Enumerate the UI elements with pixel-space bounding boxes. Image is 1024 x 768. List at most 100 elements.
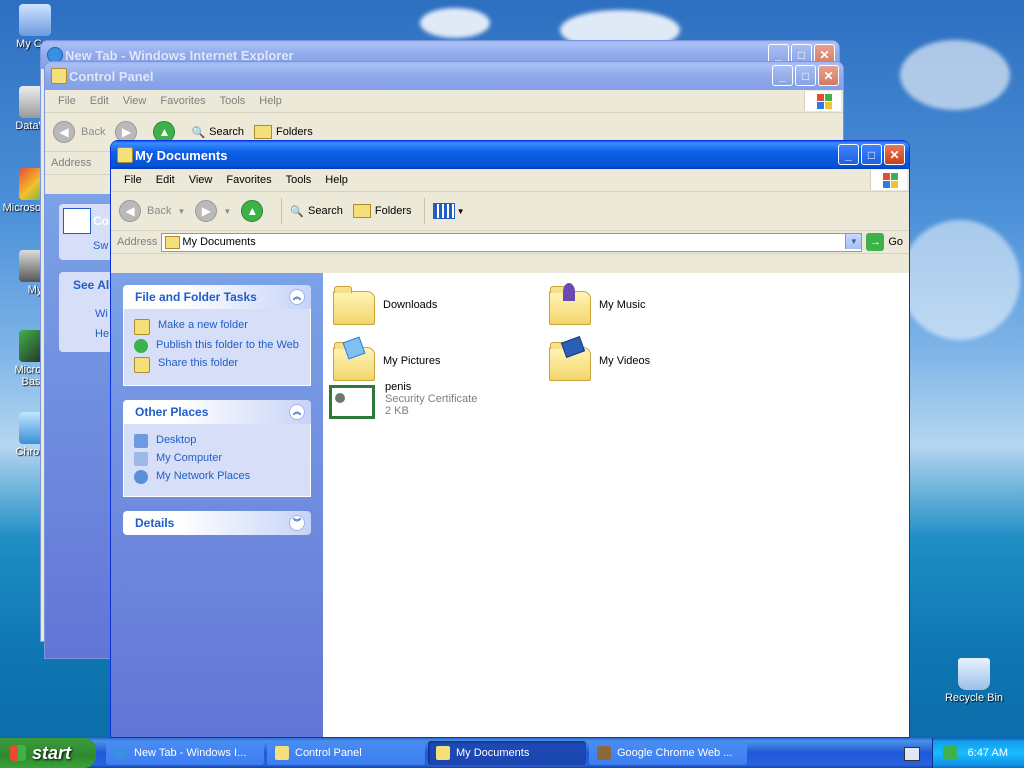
maximize-button[interactable]: □ bbox=[861, 144, 882, 165]
my-documents-titlebar[interactable]: My Documents _ □ ✕ bbox=[111, 141, 909, 169]
views-dropdown-icon: ▼ bbox=[456, 206, 465, 216]
certificate-icon bbox=[329, 385, 377, 421]
taskbar-item-ie[interactable]: New Tab - Windows I... bbox=[106, 741, 264, 765]
maximize-button[interactable]: □ bbox=[795, 65, 816, 86]
share-folder-icon bbox=[134, 357, 150, 373]
menu-edit[interactable]: Edit bbox=[149, 174, 182, 186]
file-security-certificate[interactable]: penis Security Certificate 2 KB bbox=[329, 381, 477, 421]
folder-my-videos[interactable]: My Videos bbox=[547, 336, 650, 383]
details-header[interactable]: Details ︾ bbox=[123, 511, 311, 535]
taskbar-item-control-panel[interactable]: Control Panel bbox=[267, 741, 425, 765]
my-documents-toolbar: ◀ Back ▼ ▶ ▼ ▲ 🔍 Search Folders ▼ bbox=[111, 192, 909, 231]
up-arrow-icon: ▲ bbox=[241, 200, 264, 222]
back-button[interactable]: ◀ Back bbox=[53, 121, 105, 143]
place-network-link[interactable]: My Network Places bbox=[134, 470, 300, 484]
collapse-icon[interactable]: ︽ bbox=[289, 404, 305, 420]
taskbar-item-chrome[interactable]: Google Chrome Web ... bbox=[589, 741, 747, 765]
back-arrow-icon: ◀ bbox=[119, 200, 141, 222]
menu-view[interactable]: View bbox=[182, 174, 220, 186]
search-icon: 🔍 bbox=[290, 205, 305, 218]
windows-logo-icon bbox=[804, 91, 841, 111]
forward-arrow-icon: ▶ bbox=[195, 200, 218, 222]
cloud bbox=[900, 220, 1020, 340]
back-dropdown-icon[interactable]: ▼ bbox=[177, 207, 185, 216]
up-folder-button[interactable]: ▲ bbox=[241, 200, 269, 222]
forward-dropdown-icon[interactable]: ▼ bbox=[223, 207, 231, 216]
share-folder-link[interactable]: Share this folder bbox=[134, 357, 300, 373]
other-places-header[interactable]: Other Places ︽ bbox=[123, 400, 311, 424]
search-button[interactable]: 🔍 Search bbox=[191, 126, 244, 139]
control-panel-icon bbox=[51, 68, 67, 84]
see-also-link-windows-update[interactable]: Wi bbox=[95, 308, 108, 320]
folders-button[interactable]: Folders bbox=[254, 125, 313, 139]
other-places-panel: Other Places ︽ Desktop My Computer My Ne… bbox=[123, 400, 311, 497]
new-folder-icon bbox=[134, 319, 150, 335]
menu-file[interactable]: File bbox=[117, 174, 149, 186]
clock[interactable]: 6:47 AM bbox=[968, 747, 1008, 759]
my-documents-taskpane: File and Folder Tasks ︽ Make a new folde… bbox=[111, 273, 323, 737]
go-button[interactable]: → Go bbox=[866, 233, 903, 251]
my-documents-window[interactable]: My Documents _ □ ✕ File Edit View Favori… bbox=[110, 140, 910, 738]
switch-view-link[interactable]: Sw bbox=[93, 240, 108, 252]
my-documents-icon bbox=[117, 147, 133, 163]
menu-favorites[interactable]: Favorites bbox=[219, 174, 278, 186]
my-documents-menubar: File Edit View Favorites Tools Help bbox=[111, 169, 909, 192]
start-button[interactable]: start bbox=[0, 738, 96, 768]
network-tray-icon[interactable] bbox=[943, 746, 957, 760]
menu-file[interactable]: File bbox=[51, 95, 83, 107]
folder-icon bbox=[331, 283, 375, 327]
make-new-folder-link[interactable]: Make a new folder bbox=[134, 319, 300, 335]
my-documents-icon bbox=[436, 746, 450, 760]
menu-help[interactable]: Help bbox=[252, 95, 289, 107]
folder-downloads[interactable]: Downloads bbox=[331, 283, 437, 327]
file-folder-tasks-panel: File and Folder Tasks ︽ Make a new folde… bbox=[123, 285, 311, 386]
minimize-button[interactable]: _ bbox=[772, 65, 793, 86]
keyboard-icon[interactable] bbox=[904, 747, 920, 761]
menu-favorites[interactable]: Favorites bbox=[153, 95, 212, 107]
file-list: Downloads My Music My Pictures My Videos bbox=[323, 273, 909, 737]
pictures-folder-icon bbox=[331, 336, 375, 383]
collapse-icon[interactable]: ︽ bbox=[289, 289, 305, 305]
address-dropdown-icon[interactable]: ▼ bbox=[845, 233, 862, 249]
close-button[interactable]: ✕ bbox=[884, 144, 905, 165]
publish-folder-link[interactable]: Publish this folder to the Web bbox=[134, 339, 300, 353]
views-icon bbox=[432, 203, 455, 219]
computer-icon bbox=[19, 4, 51, 36]
back-button[interactable]: ◀ Back ▼ bbox=[119, 200, 185, 222]
recycle-bin-icon bbox=[958, 658, 990, 690]
address-input[interactable]: My Documents ▼ bbox=[161, 232, 863, 252]
folders-icon bbox=[352, 204, 371, 218]
cloud bbox=[420, 8, 490, 38]
control-panel-titlebar[interactable]: Control Panel _ □ ✕ bbox=[45, 62, 843, 90]
folders-icon bbox=[254, 125, 273, 139]
toolbar-separator bbox=[281, 198, 283, 224]
menu-help[interactable]: Help bbox=[318, 174, 355, 186]
folder-my-pictures[interactable]: My Pictures bbox=[331, 336, 440, 383]
see-also-link-help[interactable]: He bbox=[95, 328, 109, 340]
folder-icon bbox=[165, 235, 181, 249]
computer-icon bbox=[134, 452, 148, 466]
place-desktop-link[interactable]: Desktop bbox=[134, 434, 300, 448]
control-panel-menubar: File Edit View Favorites Tools Help bbox=[45, 90, 843, 113]
forward-button[interactable]: ▶ ▼ bbox=[195, 200, 231, 222]
folder-my-music[interactable]: My Music bbox=[547, 283, 645, 327]
menu-tools[interactable]: Tools bbox=[213, 95, 253, 107]
folders-button[interactable]: Folders bbox=[352, 204, 412, 218]
place-my-computer-link[interactable]: My Computer bbox=[134, 452, 300, 466]
search-button[interactable]: 🔍 Search bbox=[290, 205, 343, 218]
desktop-icon-recycle-bin[interactable]: Recycle Bin bbox=[938, 658, 1010, 704]
music-folder-icon bbox=[547, 283, 591, 327]
menu-edit[interactable]: Edit bbox=[83, 95, 116, 107]
file-folder-tasks-header[interactable]: File and Folder Tasks ︽ bbox=[123, 285, 311, 309]
ie-icon bbox=[114, 746, 128, 760]
network-places-icon bbox=[134, 470, 148, 484]
minimize-button[interactable]: _ bbox=[838, 144, 859, 165]
expand-icon[interactable]: ︾ bbox=[289, 515, 305, 531]
close-button[interactable]: ✕ bbox=[818, 65, 839, 86]
menu-tools[interactable]: Tools bbox=[279, 174, 319, 186]
go-arrow-icon: → bbox=[866, 233, 885, 251]
menu-view[interactable]: View bbox=[116, 95, 154, 107]
taskbar-item-my-documents[interactable]: My Documents bbox=[428, 741, 586, 765]
views-button[interactable]: ▼ bbox=[432, 203, 465, 219]
desktop-icon bbox=[134, 434, 148, 448]
